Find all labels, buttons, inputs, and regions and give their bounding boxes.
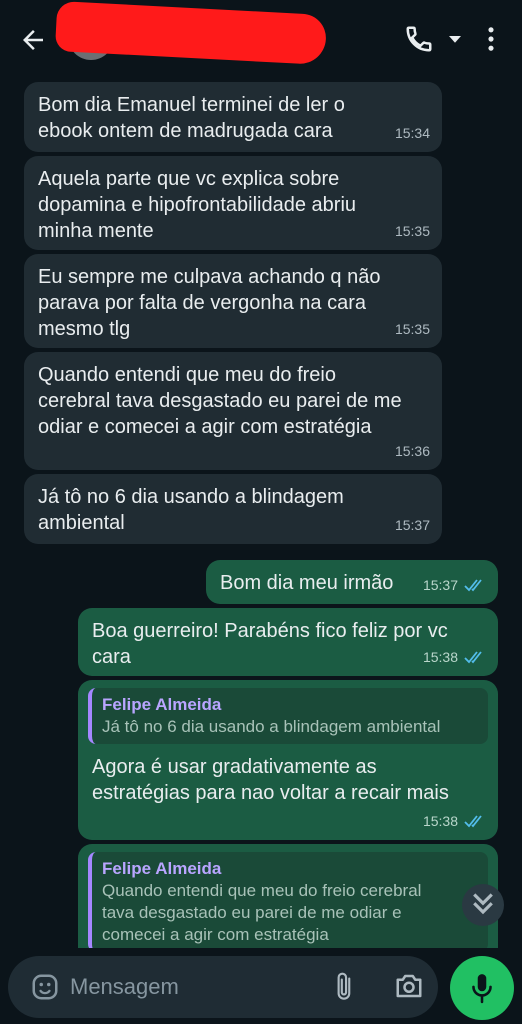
message-bubble-incoming[interactable]: Quando entendi que meu do freio cerebral… bbox=[24, 352, 442, 470]
chevron-double-down-icon bbox=[473, 893, 493, 915]
message-text: Já tô no 6 dia usando a blindagem ambien… bbox=[38, 486, 344, 534]
message-bubble-incoming[interactable]: Eu sempre me culpava achando q não parav… bbox=[24, 254, 442, 348]
paperclip-icon[interactable] bbox=[332, 970, 358, 1004]
message-meta: 15:36 bbox=[395, 438, 430, 464]
message-time: 15:34 bbox=[394, 125, 430, 141]
message-time: 15:37 bbox=[422, 577, 458, 593]
message-time: 15:38 bbox=[422, 649, 458, 665]
message-bubble-outgoing-reply[interactable]: Felipe Almeida Já tô no 6 dia usando a b… bbox=[78, 680, 498, 840]
more-vert-icon[interactable] bbox=[480, 24, 502, 54]
message-time: 15:35 bbox=[394, 223, 430, 239]
quote-author: Felipe Almeida bbox=[102, 859, 222, 878]
chat-header bbox=[0, 0, 522, 78]
double-check-icon bbox=[464, 651, 482, 664]
scroll-down-button[interactable] bbox=[462, 884, 504, 926]
message-composer bbox=[8, 956, 438, 1018]
message-text: Bom dia Emanuel terminei de ler o ebook … bbox=[38, 94, 345, 142]
message-time: 15:36 bbox=[394, 443, 430, 459]
message-time: 15:38 bbox=[422, 813, 458, 829]
message-text: Eu sempre me culpava achando q não parav… bbox=[38, 266, 381, 340]
quoted-message[interactable]: Felipe Almeida Já tô no 6 dia usando a b… bbox=[88, 688, 488, 744]
arrow-back-icon[interactable] bbox=[18, 25, 48, 55]
double-check-icon bbox=[464, 579, 482, 592]
message-bubble-incoming[interactable]: Bom dia Emanuel terminei de ler o ebook … bbox=[24, 82, 442, 152]
message-meta: 15:37 bbox=[423, 572, 486, 598]
message-time: 15:35 bbox=[394, 321, 430, 337]
message-meta: 15:34 bbox=[395, 120, 430, 146]
double-check-icon bbox=[464, 815, 482, 828]
message-meta: 15:37 bbox=[395, 512, 430, 538]
phone-icon[interactable] bbox=[404, 24, 434, 54]
message-bubble-outgoing[interactable]: Bom dia meu irmão 15:37 bbox=[206, 560, 498, 604]
quote-text: Quando entendi que meu do freio cerebral… bbox=[102, 881, 422, 944]
emoji-icon[interactable] bbox=[30, 972, 60, 1002]
message-meta: 15:35 bbox=[395, 218, 430, 244]
message-bubble-outgoing[interactable]: Boa guerreiro! Parabéns fico feliz por v… bbox=[78, 608, 498, 676]
message-input[interactable] bbox=[68, 966, 272, 1008]
message-text: Quando entendi que meu do freio cerebral… bbox=[38, 364, 402, 438]
message-bubble-incoming[interactable]: Já tô no 6 dia usando a blindagem ambien… bbox=[24, 474, 442, 544]
quote-text: Já tô no 6 dia usando a blindagem ambien… bbox=[102, 717, 441, 736]
message-list[interactable]: Bom dia Emanuel terminei de ler o ebook … bbox=[0, 78, 522, 948]
message-bubble-outgoing-reply[interactable]: Felipe Almeida Quando entendi que meu do… bbox=[78, 844, 498, 948]
quote-author: Felipe Almeida bbox=[102, 695, 222, 714]
quoted-message[interactable]: Felipe Almeida Quando entendi que meu do… bbox=[88, 852, 488, 948]
camera-icon[interactable] bbox=[394, 972, 424, 1000]
message-text: Agora é usar gradativamente as estratégi… bbox=[92, 756, 449, 804]
message-meta: 15:35 bbox=[395, 316, 430, 342]
message-meta: 15:38 bbox=[423, 644, 486, 670]
microphone-icon bbox=[472, 974, 492, 1004]
message-text: Aquela parte que vc explica sobre dopami… bbox=[38, 168, 357, 242]
message-meta: 15:38 bbox=[423, 808, 486, 834]
caret-down-icon[interactable] bbox=[446, 30, 464, 48]
message-time: 15:37 bbox=[394, 517, 430, 533]
message-bubble-incoming[interactable]: Aquela parte que vc explica sobre dopami… bbox=[24, 156, 442, 250]
voice-message-button[interactable] bbox=[450, 956, 514, 1020]
